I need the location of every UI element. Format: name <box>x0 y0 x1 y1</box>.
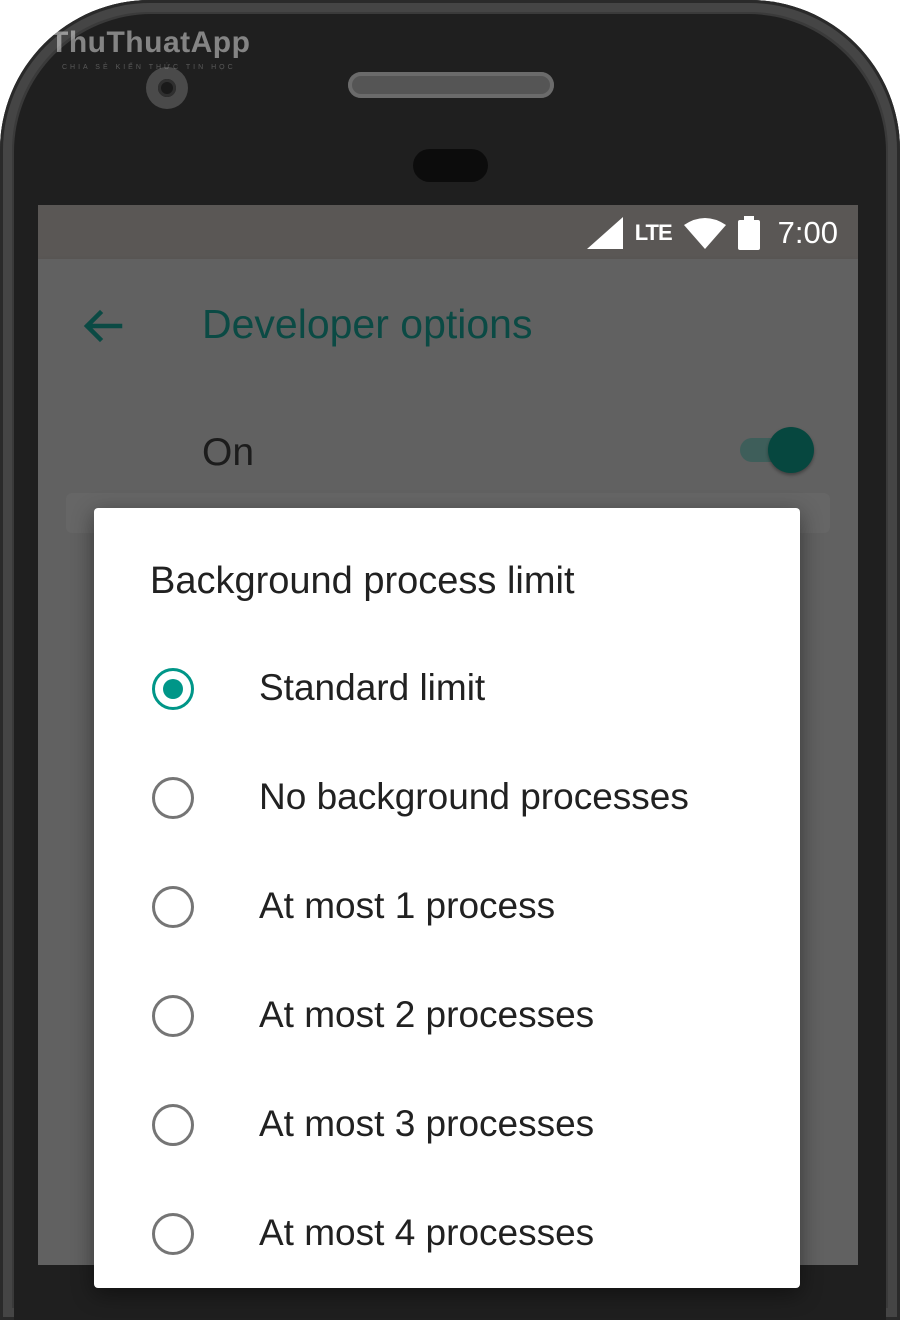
option-at-most-2-processes[interactable]: At most 2 processes <box>94 963 800 1063</box>
status-bar: LTE 7:00 <box>38 205 858 259</box>
dialog-title: Background process limit <box>150 560 575 602</box>
status-clock: 7:00 <box>777 215 838 250</box>
option-label: At most 2 processes <box>259 994 595 1035</box>
option-standard-limit[interactable]: Standard limit <box>94 636 800 736</box>
earpiece-speaker <box>348 72 554 98</box>
option-label: No background processes <box>259 776 689 817</box>
page-title: Developer options <box>202 301 533 347</box>
option-at-most-3-processes[interactable]: At most 3 processes <box>94 1072 800 1172</box>
background-process-limit-dialog: Background process limit Standard limit … <box>94 508 800 1288</box>
option-label: At most 4 processes <box>259 1212 595 1253</box>
signal-icon <box>586 217 623 249</box>
battery-icon <box>737 216 760 250</box>
watermark-tagline: CHIA SẺ KIẾN THỨC TIN HỌC <box>62 64 236 71</box>
front-camera <box>146 67 188 109</box>
radio-button[interactable] <box>152 995 194 1037</box>
radio-button[interactable] <box>152 668 194 710</box>
network-type-label: LTE <box>634 220 673 245</box>
arrow-left-icon <box>83 309 123 343</box>
option-at-most-1-process[interactable]: At most 1 process <box>94 854 800 954</box>
option-label: Standard limit <box>259 667 486 708</box>
switch-thumb <box>768 427 814 473</box>
radio-button[interactable] <box>152 886 194 928</box>
option-label: At most 1 process <box>259 885 556 926</box>
watermark-brand: ThuThuatApp <box>50 26 251 59</box>
proximity-sensor <box>413 149 488 182</box>
radio-button[interactable] <box>152 777 194 819</box>
app-bar: Developer options <box>38 259 858 389</box>
option-label: At most 3 processes <box>259 1103 595 1144</box>
option-no-background-processes[interactable]: No background processes <box>94 745 800 845</box>
back-button[interactable] <box>78 301 128 351</box>
radio-button[interactable] <box>152 1213 194 1255</box>
option-at-most-4-processes[interactable]: At most 4 processes <box>94 1181 800 1281</box>
developer-options-toggle-row[interactable]: On <box>38 389 858 509</box>
toggle-label: On <box>202 431 255 474</box>
wifi-icon <box>683 217 726 249</box>
radio-button[interactable] <box>152 1104 194 1146</box>
developer-options-switch[interactable] <box>740 425 816 475</box>
